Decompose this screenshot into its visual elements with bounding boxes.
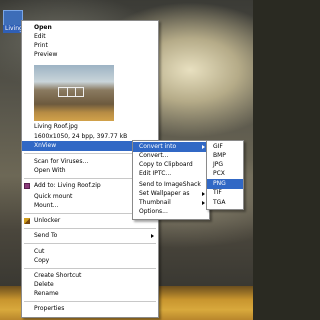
unlocker-wand-icon (24, 218, 30, 224)
format-tif[interactable]: TIF (207, 188, 243, 198)
file-details-info: 1600x1050, 24 bpp, 397.77 kB (34, 133, 128, 140)
winrar-archive-icon (24, 183, 30, 189)
menu-separator (24, 301, 156, 302)
menu-item-preview[interactable]: Preview (22, 50, 158, 60)
menu-item-unlocker-label: Unlocker (34, 217, 61, 224)
submenu-arrow-icon (202, 145, 205, 149)
submenu-item-thumbnail-label: Thumbnail (139, 199, 171, 206)
image-thumbnail (34, 65, 114, 121)
thumbnail-window-detail (58, 87, 84, 97)
submenu-item-set-wallpaper-label: Set Wallpaper as (139, 190, 190, 197)
menu-item-rename[interactable]: Rename (22, 289, 158, 299)
menu-separator (24, 243, 156, 244)
menu-item-send-to[interactable]: Send To (22, 231, 158, 241)
menu-item-add-to-zip-label: Add to: Living Roof.zip (34, 182, 101, 189)
convert-format-submenu: GIF BMP JPG PCX PNG TIF TGA (206, 140, 244, 210)
menu-item-xnview-label: XnView (34, 142, 57, 149)
menu-separator (24, 268, 156, 269)
submenu-arrow-icon (202, 192, 205, 196)
format-tga[interactable]: TGA (207, 198, 243, 208)
submenu-item-options[interactable]: Options... (133, 207, 209, 217)
menu-item-send-to-label: Send To (34, 232, 58, 239)
submenu-arrow-icon (202, 201, 205, 205)
menu-item-open-with-label: Open With (34, 167, 66, 174)
format-pcx[interactable]: PCX (207, 169, 243, 179)
submenu-item-edit-iptc[interactable]: Edit IPTC... (133, 169, 209, 179)
file-name-info: Living Roof.jpg (34, 123, 78, 130)
menu-separator (24, 228, 156, 229)
xnview-submenu: Convert into Convert... Copy to Clipboar… (132, 140, 210, 220)
submenu-item-convert-into-label: Convert into (139, 143, 177, 150)
submenu-arrow-icon (151, 234, 154, 238)
menu-item-properties[interactable]: Properties (22, 304, 158, 314)
menu-item-copy[interactable]: Copy (22, 256, 158, 266)
